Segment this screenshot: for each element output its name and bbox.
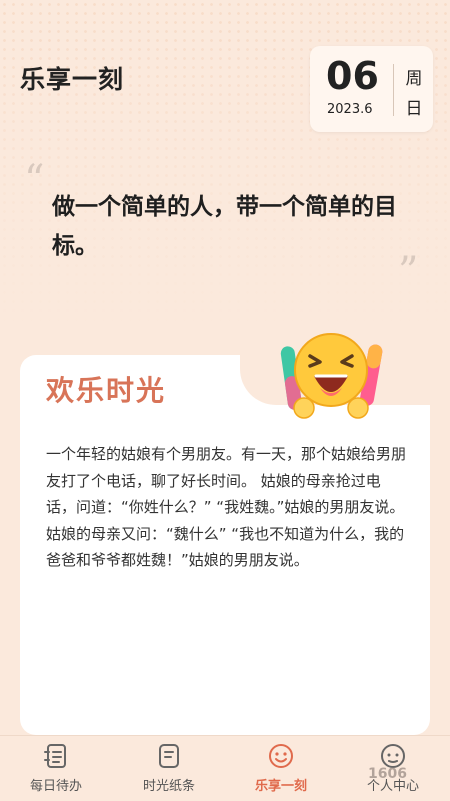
page-title: 乐享一刻	[20, 65, 125, 94]
nav-label-fun-moment: 乐享一刻	[254, 779, 307, 794]
nav-item-fun-moment[interactable]: 乐享一刻	[231, 742, 331, 794]
weekday-label-bottom: 日	[405, 99, 423, 119]
daily-quote: 做一个简单的人，带一个简单的目标。	[52, 194, 397, 259]
watermark: 1606	[368, 766, 407, 782]
card-title: 欢乐时光	[46, 374, 167, 407]
weekday-label-top: 周	[405, 69, 423, 89]
date-year-month: 2023.6	[327, 102, 373, 117]
date-card: 06 2023.6 周 日	[310, 46, 433, 132]
nav-item-daily-todo[interactable]: 每日待办	[6, 742, 106, 794]
close-quote-icon: ”	[398, 249, 419, 295]
date-day: 06	[326, 54, 379, 98]
nav-label-time-notes: 时光纸条	[142, 779, 195, 794]
smile-icon	[269, 744, 293, 768]
joke-text: 一个年轻的姑娘有个男朋友。有一天，那个姑娘给男朋友打了个电话，聊了好长时间。 姑…	[46, 445, 407, 569]
open-quote-icon: “	[24, 157, 45, 203]
nav-item-time-notes[interactable]: 时光纸条	[119, 742, 219, 794]
date-divider	[393, 64, 394, 116]
laughing-face-icon	[280, 333, 383, 419]
nav-label-daily-todo: 每日待办	[29, 779, 82, 794]
note-icon	[159, 744, 179, 768]
todo-list-icon	[44, 744, 66, 768]
